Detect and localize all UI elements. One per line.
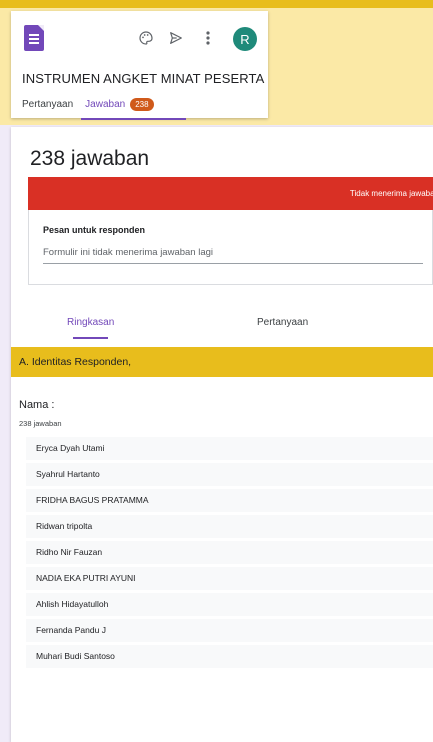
answer-item: FRIDHA BAGUS PRATAMMA bbox=[26, 489, 433, 512]
tab-pertanyaan[interactable]: Pertanyaan bbox=[22, 97, 73, 115]
question-response-count: 238 jawaban bbox=[19, 419, 62, 428]
answer-item: Ahlish Hidayatulloh bbox=[26, 593, 433, 616]
answer-item: Ridwan tripolta bbox=[26, 515, 433, 538]
respondent-message-input[interactable]: Formulir ini tidak menerima jawaban lagi bbox=[43, 246, 423, 264]
form-tabs: Pertanyaan Jawaban 238 bbox=[22, 97, 187, 120]
answer-item: Eryca Dyah Utami bbox=[26, 437, 433, 460]
message-label: Pesan untuk responden bbox=[43, 225, 146, 235]
tab-jawaban-label: Jawaban bbox=[85, 99, 126, 110]
answer-list: Eryca Dyah Utami Syahrul Hartanto FRIDHA… bbox=[26, 437, 433, 671]
forms-logo-icon[interactable] bbox=[24, 25, 44, 51]
answer-item: Ridho Nir Fauzan bbox=[26, 541, 433, 564]
form-title: INSTRUMEN ANGKET MINAT PESERTA bbox=[22, 71, 265, 86]
answer-item: Fernanda Pandu J bbox=[26, 619, 433, 642]
question-title: Nama : bbox=[19, 399, 55, 411]
form-header: R INSTRUMEN ANGKET MINAT PESERTA Pertany… bbox=[11, 11, 268, 120]
avatar[interactable]: R bbox=[233, 27, 257, 51]
respondent-message-box: Pesan untuk responden Formulir ini tidak… bbox=[28, 210, 433, 285]
not-accepting-toggle-label[interactable]: Tidak menerima jawaban bbox=[350, 189, 433, 198]
send-icon[interactable] bbox=[165, 27, 187, 49]
palette-icon[interactable] bbox=[135, 27, 157, 49]
section-header: A. Identitas Responden, bbox=[11, 347, 433, 377]
response-count-heading: 238 jawaban bbox=[30, 147, 150, 170]
tab-ringkasan[interactable]: Ringkasan bbox=[67, 317, 114, 339]
tab-jawaban[interactable]: Jawaban 238 bbox=[81, 97, 187, 120]
responses-card: 238 jawaban Tidak menerima jawaban Pesan… bbox=[11, 127, 433, 742]
answer-item: Muhari Budi Santoso bbox=[26, 645, 433, 668]
answer-item: Syahrul Hartanto bbox=[26, 463, 433, 486]
not-accepting-banner: Tidak menerima jawaban bbox=[28, 177, 433, 210]
more-vert-icon[interactable] bbox=[197, 27, 219, 49]
response-view-tabs: Ringkasan Pertanyaan bbox=[11, 313, 433, 339]
answer-item: NADIA EKA PUTRI AYUNI bbox=[26, 567, 433, 590]
tab-pertanyaan-view[interactable]: Pertanyaan bbox=[257, 317, 308, 328]
response-count-badge: 238 bbox=[130, 97, 154, 111]
header-accent-bar bbox=[0, 0, 433, 8]
